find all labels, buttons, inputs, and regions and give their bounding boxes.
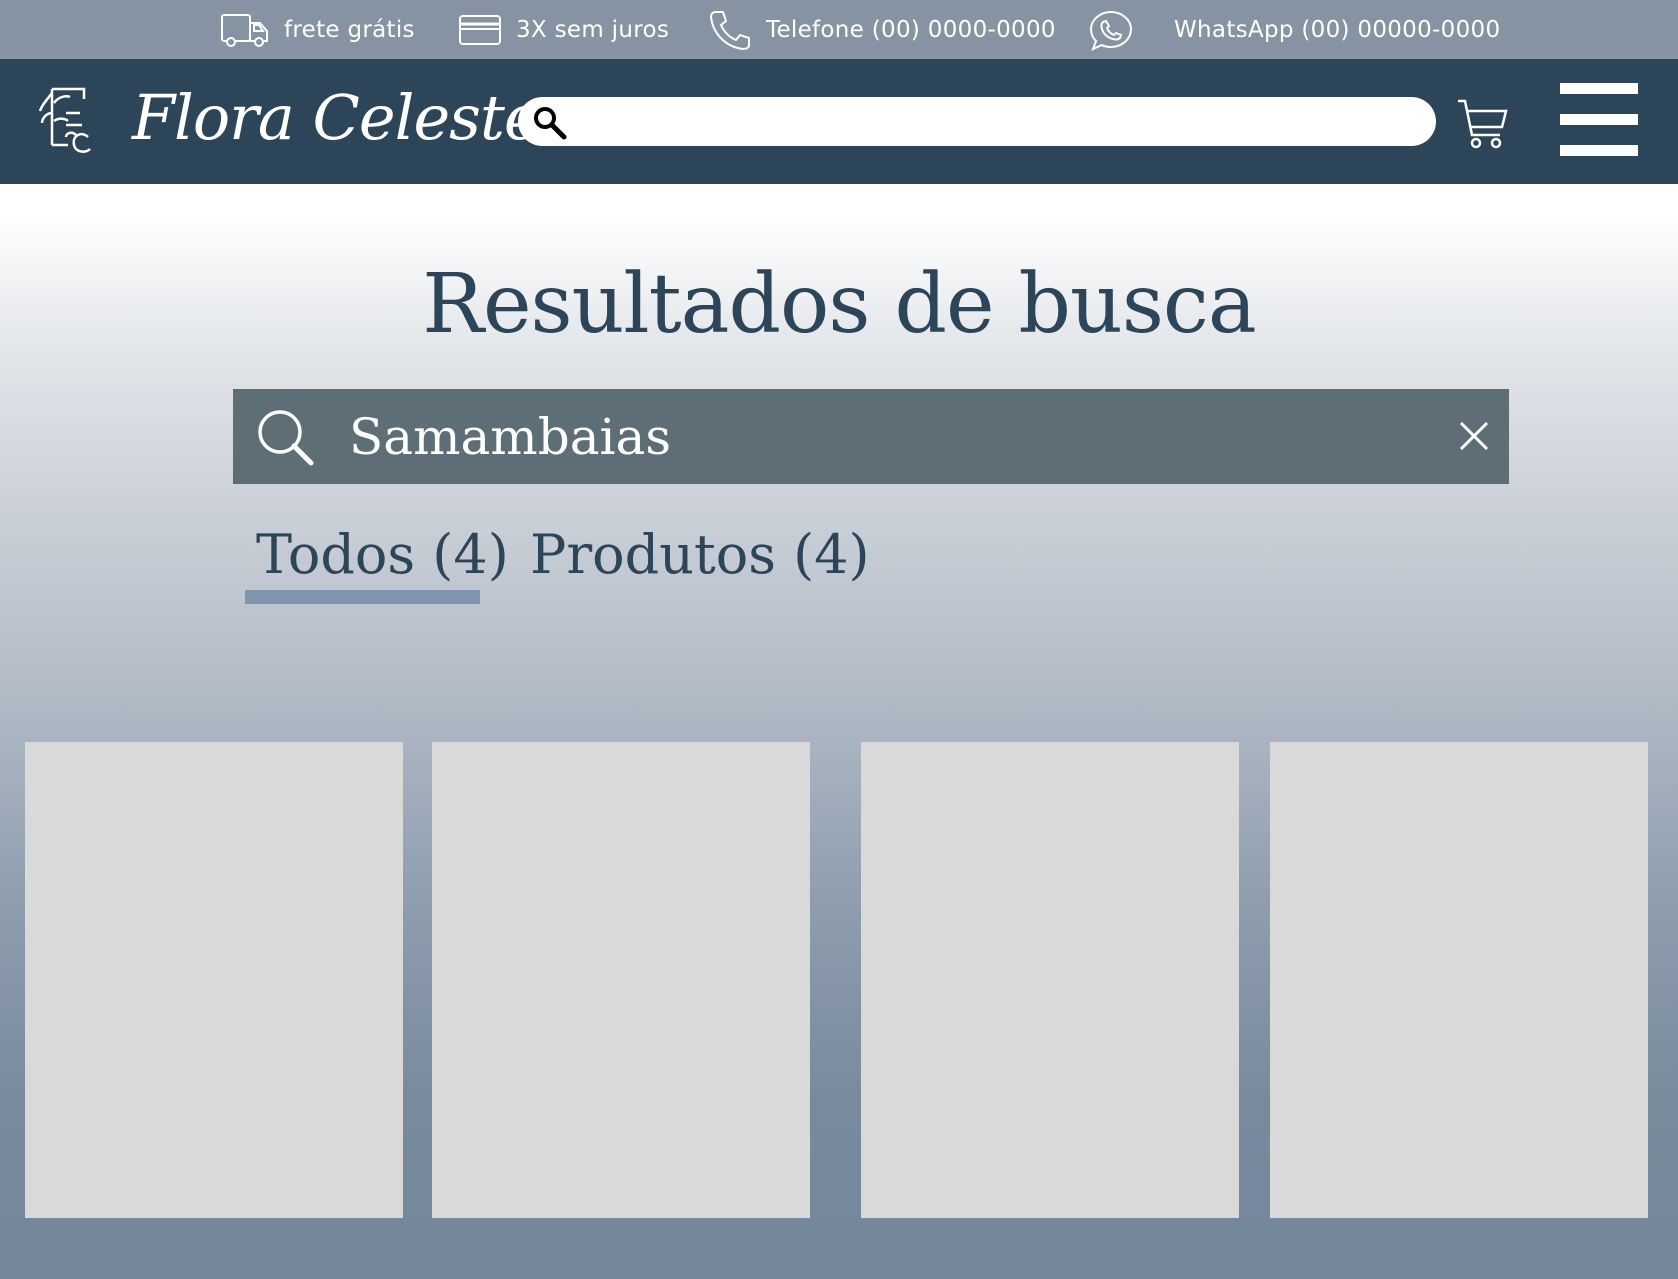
shipping-text: frete grátis [284, 16, 415, 43]
brand-logo[interactable]: Flora Celeste [132, 63, 541, 173]
shipping-info: frete grátis [220, 0, 415, 59]
menu-bar [1560, 145, 1638, 156]
close-icon[interactable] [1457, 419, 1491, 453]
hamburger-menu-icon[interactable] [1560, 83, 1638, 157]
whatsapp-text: WhatsApp (00) 00000-0000 [1174, 16, 1501, 43]
product-card[interactable] [432, 742, 810, 1218]
results-search-input[interactable] [347, 403, 1351, 471]
tab-all[interactable]: Todos (4) [256, 520, 509, 590]
product-card[interactable] [861, 742, 1239, 1218]
product-card[interactable] [1270, 742, 1648, 1218]
header-search-input[interactable] [578, 103, 1422, 141]
whatsapp-icon [1088, 9, 1134, 51]
menu-bar [1560, 114, 1638, 125]
credit-card-icon [458, 14, 502, 46]
page-title: Resultados de busca [422, 257, 1257, 352]
main-header: Flora Celeste [0, 59, 1678, 184]
tab-products[interactable]: Produtos (4) [530, 520, 870, 590]
installments-text: 3X sem juros [516, 16, 670, 43]
logo-monogram[interactable] [36, 83, 92, 157]
truck-icon [220, 12, 270, 48]
product-card[interactable] [25, 742, 403, 1218]
menu-bar [1560, 83, 1638, 94]
active-tab-indicator [245, 590, 480, 604]
cart-button[interactable] [1456, 97, 1510, 155]
installments-info: 3X sem juros [458, 0, 669, 59]
results-search-bar[interactable] [233, 389, 1509, 484]
top-info-bar: frete grátis 3X sem juros Telefone (00) … [0, 0, 1678, 59]
search-icon[interactable] [532, 105, 568, 145]
phone-icon [708, 9, 752, 51]
whatsapp-info[interactable]: WhatsApp (00) 00000-0000 [1088, 0, 1500, 59]
header-search-bar[interactable] [518, 97, 1436, 146]
search-icon[interactable] [255, 407, 317, 473]
phone-info[interactable]: Telefone (00) 0000-0000 [708, 0, 1056, 59]
cart-icon [1456, 99, 1510, 155]
phone-text: Telefone (00) 0000-0000 [766, 16, 1056, 43]
